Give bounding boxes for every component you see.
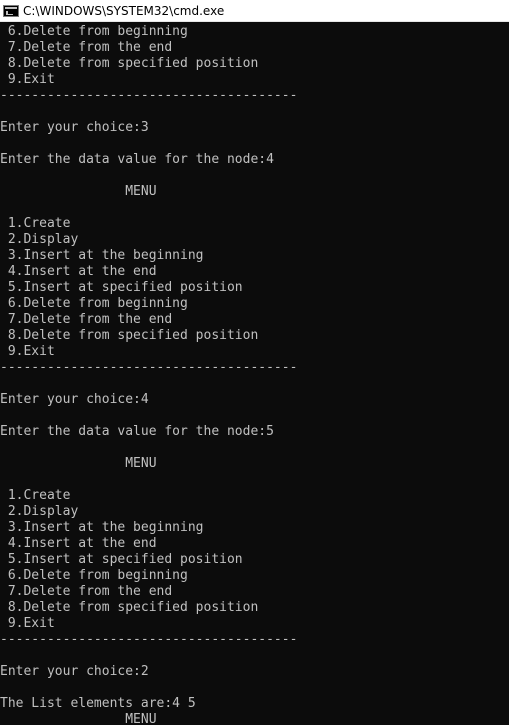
console-line: 4.Insert at the end [0,264,157,279]
cmd-window: C:\WINDOWS\SYSTEM32\cmd.exe 6.Delete fro… [0,0,509,725]
console-line: Enter your choice:2 [0,664,149,679]
console-line: The List elements are:4 5 [0,696,196,711]
console-line: 5.Insert at specified position [0,280,243,295]
window-title: C:\WINDOWS\SYSTEM32\cmd.exe [23,3,225,18]
console-line: 5.Insert at specified position [0,552,243,567]
console-line: Enter your choice:3 [0,120,149,135]
console-line: MENU [0,184,157,199]
console-lines: 6.Delete from beginning 7.Delete from th… [0,24,509,725]
console-line: 8.Delete from specified position [0,600,259,615]
console-line: 8.Delete from specified position [0,328,259,343]
console-line: 7.Delete from the end [0,312,173,327]
console-line: 9.Exit [0,616,55,631]
console-line: 6.Delete from beginning [0,296,188,311]
console-output[interactable]: 6.Delete from beginning 7.Delete from th… [0,22,509,725]
console-line: MENU [0,456,157,471]
console-line: 1.Create [0,216,71,231]
console-line: 6.Delete from beginning [0,24,188,39]
console-line: -------------------------------------- [0,88,298,103]
console-line: 3.Insert at the beginning [0,248,204,263]
console-line: 1.Create [0,488,71,503]
console-line: 7.Delete from the end [0,40,173,55]
title-bar[interactable]: C:\WINDOWS\SYSTEM32\cmd.exe [0,0,509,22]
console-line: MENU [0,712,157,725]
console-line: 7.Delete from the end [0,584,173,599]
console-line: Enter the data value for the node:5 [0,424,274,439]
console-line: Enter the data value for the node:4 [0,152,274,167]
console-line: 6.Delete from beginning [0,568,188,583]
console-line: 8.Delete from specified position [0,56,259,71]
console-line: 2.Display [0,504,79,519]
console-line: 2.Display [0,232,79,247]
console-line: -------------------------------------- [0,632,298,647]
console-line: 4.Insert at the end [0,536,157,551]
console-line: 9.Exit [0,344,55,359]
console-line: 9.Exit [0,72,55,87]
console-line: -------------------------------------- [0,360,298,375]
console-line: 3.Insert at the beginning [0,520,204,535]
console-icon [3,4,19,17]
console-line: Enter your choice:4 [0,392,149,407]
